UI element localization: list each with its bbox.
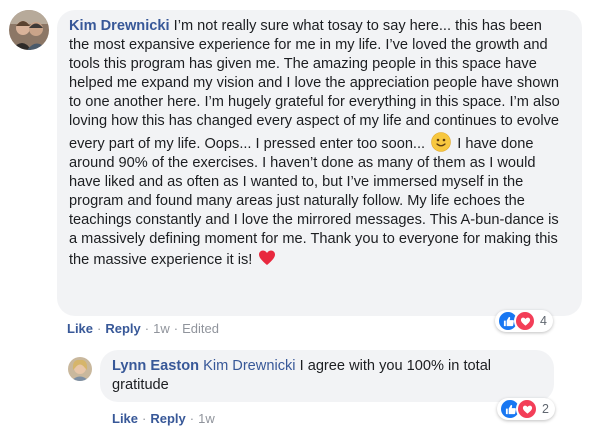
avatar-lynn[interactable] — [68, 357, 92, 381]
timestamp-link[interactable]: 1w — [153, 321, 170, 336]
separator: · — [97, 321, 102, 336]
separator: · — [173, 321, 179, 336]
separator: · — [189, 411, 195, 426]
comment-bubble-kim: Kim Drewnicki I’m not really sure what t… — [57, 10, 582, 316]
comment-author[interactable]: Kim Drewnicki — [69, 18, 170, 34]
comment-actions-lynn: Like · Reply · 1w — [112, 411, 215, 426]
comment-bubble-lynn: Lynn Easton Kim Drewnicki I agree with y… — [100, 350, 554, 402]
reaction-count: 2 — [542, 402, 549, 416]
comment-actions-kim: Like · Reply · 1w · Edited — [67, 321, 219, 336]
comment-text-continued: I have done around 90% of the exercises.… — [69, 135, 559, 269]
timestamp-link[interactable]: 1w — [198, 411, 215, 426]
reaction-summary[interactable]: 4 — [495, 310, 553, 332]
avatar-photo-icon — [68, 357, 92, 381]
reply-link[interactable]: Reply — [105, 321, 140, 336]
love-reaction-icon — [516, 398, 538, 420]
comment-author[interactable]: Lynn Easton — [112, 358, 199, 374]
reaction-count: 4 — [540, 314, 547, 328]
reaction-summary[interactable]: 2 — [497, 398, 555, 420]
avatar-kim[interactable] — [9, 10, 49, 50]
separator: · — [144, 321, 150, 336]
edited-label[interactable]: Edited — [182, 321, 219, 336]
mention-link[interactable]: Kim Drewnicki — [203, 358, 295, 374]
reply-link[interactable]: Reply — [150, 411, 185, 426]
separator: · — [142, 411, 147, 426]
like-link[interactable]: Like — [67, 321, 93, 336]
red-heart-emoji-icon — [258, 249, 276, 267]
love-reaction-icon — [514, 310, 536, 332]
avatar-photo-icon — [9, 10, 49, 50]
comment-text: I’m not really sure what tosay to say he… — [69, 18, 560, 152]
slightly-smiling-face-emoji-icon — [431, 131, 451, 152]
like-link[interactable]: Like — [112, 411, 138, 426]
